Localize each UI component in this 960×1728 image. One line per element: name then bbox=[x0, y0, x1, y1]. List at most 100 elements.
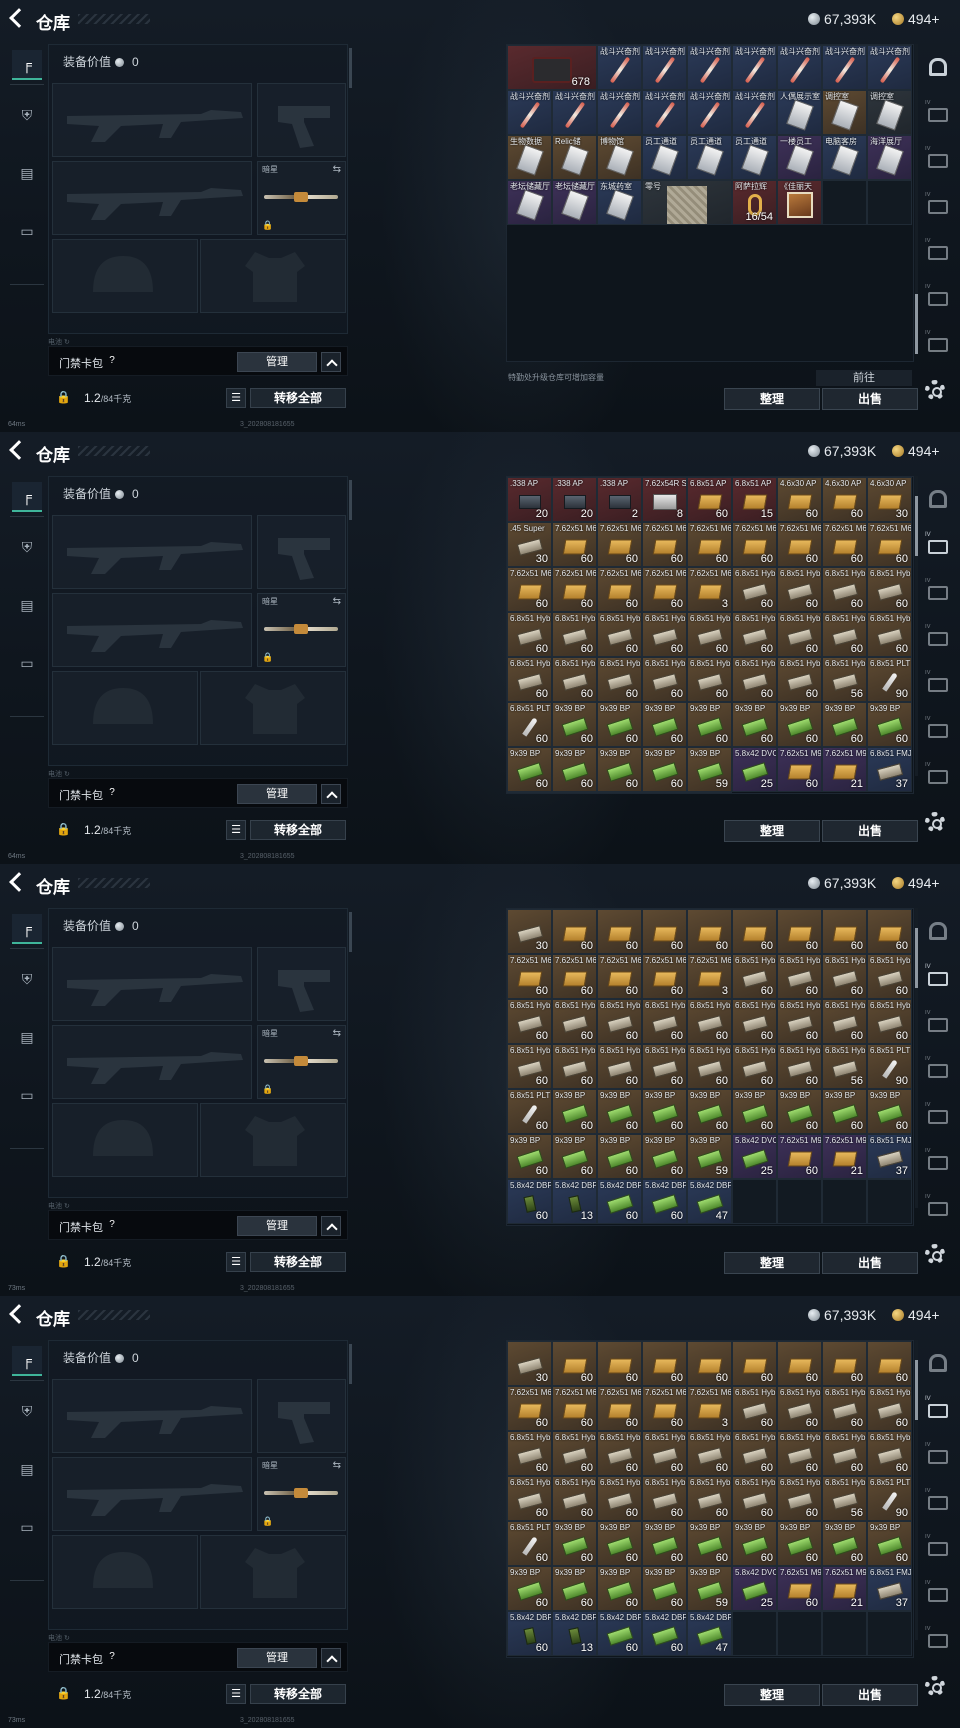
inventory-item[interactable]: 员工通道 bbox=[732, 135, 777, 180]
weapon-tab-icon[interactable]: ╒ bbox=[12, 50, 42, 80]
help-icon[interactable]: ? bbox=[105, 1650, 119, 1664]
list-icon[interactable]: ☰ bbox=[226, 388, 246, 408]
inventory-item[interactable]: 6.8x51 Hybrid 60 bbox=[597, 1431, 642, 1476]
inventory-item[interactable]: 7.62x51 M61 3 bbox=[687, 567, 732, 612]
inventory-item[interactable]: 6.8x51 Hybrid 60 bbox=[777, 999, 822, 1044]
inventory-item[interactable]: 7.62x51 M993 60 bbox=[777, 747, 822, 792]
inventory-item[interactable]: 5.8x42 DBP10 60 bbox=[597, 1611, 642, 1656]
inventory-item[interactable]: 阿萨拉辉 16/54 bbox=[732, 180, 777, 225]
inventory-item[interactable]: 6.8x51 Hybrid 60 bbox=[597, 657, 642, 702]
inventory-item[interactable]: 9x39 BP 60 bbox=[867, 1089, 912, 1134]
inventory-item[interactable]: 9x39 BP 60 bbox=[642, 1089, 687, 1134]
gold-currency[interactable]: 494+ bbox=[892, 442, 940, 460]
swap-icon[interactable]: ⇆ bbox=[333, 1028, 341, 1039]
inventory-item[interactable]: 9x39 BP 60 bbox=[597, 1566, 642, 1611]
inventory-item[interactable]: 6.8x51 Hybrid 60 bbox=[867, 612, 912, 657]
inventory-slot[interactable]: 60 bbox=[642, 909, 687, 954]
inventory-item[interactable]: 9x39 BP 60 bbox=[867, 1521, 912, 1566]
inventory-item[interactable]: 6.8x51 Hybrid 60 bbox=[687, 1476, 732, 1521]
inventory-item[interactable]: 6.8x51 PLT 90 bbox=[867, 1044, 912, 1089]
storage-tab-icon-2[interactable]: IV bbox=[922, 578, 952, 606]
inventory-item[interactable]: 6.8x51 Hybrid 60 bbox=[732, 567, 777, 612]
inventory-item[interactable]: 7.62x51 M61 60 bbox=[597, 1386, 642, 1431]
transfer-all-button[interactable]: 转移全部 bbox=[250, 820, 346, 840]
inventory-item[interactable]: 4.6x30 AP 30 bbox=[867, 477, 912, 522]
manage-button[interactable]: 管理 bbox=[237, 784, 317, 804]
inventory-item[interactable]: 9x39 BP 60 bbox=[732, 702, 777, 747]
inventory-item[interactable]: 9x39 BP 60 bbox=[597, 1134, 642, 1179]
armor-slot[interactable] bbox=[200, 1103, 346, 1177]
storage-tab-icon-3[interactable]: IV bbox=[922, 192, 952, 220]
vest-tab-icon[interactable]: ▤ bbox=[12, 1454, 42, 1484]
inventory-item[interactable]: 9x39 BP 60 bbox=[687, 702, 732, 747]
armor-tab-icon[interactable]: ⛨ bbox=[12, 532, 42, 562]
secondary-weapon-slot[interactable] bbox=[52, 1457, 252, 1531]
inventory-slot[interactable]: 60 bbox=[822, 1341, 867, 1386]
storage-tab-icon-3[interactable]: IV bbox=[922, 1056, 952, 1084]
inventory-item[interactable]: 战斗兴奋剂 bbox=[552, 90, 597, 135]
armor-tab-icon[interactable]: ⛨ bbox=[12, 100, 42, 130]
primary-weapon-slot[interactable] bbox=[52, 947, 252, 1021]
storage-tab-icon-1[interactable]: IV bbox=[922, 532, 952, 560]
inventory-item[interactable]: 6.8x51 Hybrid 56 bbox=[822, 1476, 867, 1521]
inventory-item[interactable]: 9x39 BP 59 bbox=[687, 1134, 732, 1179]
inventory-item[interactable]: 6.8x51 Hybrid 60 bbox=[822, 1386, 867, 1431]
inventory-item[interactable]: Relic储 bbox=[552, 135, 597, 180]
inventory-item[interactable]: 7.62x51 M61 3 bbox=[687, 954, 732, 999]
inventory-item[interactable]: 7.62x51 M993 60 bbox=[777, 1134, 822, 1179]
inventory-item[interactable]: 6.8x51 Hybrid 60 bbox=[687, 657, 732, 702]
inventory-item[interactable]: 6.8x51 Hybrid 60 bbox=[732, 657, 777, 702]
inventory-item[interactable]: 6.8x51 Hybrid 60 bbox=[642, 1476, 687, 1521]
inventory-slot[interactable]: 60 bbox=[552, 909, 597, 954]
inventory-item[interactable]: 6.8x51 Hybrid 60 bbox=[777, 1476, 822, 1521]
inventory-item[interactable]: 7.62x51 M61 60 bbox=[597, 522, 642, 567]
inventory-item[interactable]: 6.8x51 Hybrid 60 bbox=[552, 612, 597, 657]
inventory-item[interactable]: 海洋展厅 bbox=[867, 135, 912, 180]
pistol-slot[interactable] bbox=[257, 947, 346, 1021]
equipment-scrollbar[interactable] bbox=[349, 48, 352, 88]
inventory-item[interactable]: 《佳丽天 bbox=[777, 180, 822, 225]
inventory-item[interactable]: 9x39 BP 59 bbox=[687, 1566, 732, 1611]
sell-button[interactable]: 出售 bbox=[822, 388, 918, 410]
inventory-item[interactable]: 6.8x51 Hybrid 60 bbox=[867, 1431, 912, 1476]
gold-currency[interactable]: 494+ bbox=[892, 1306, 940, 1324]
storage-tab-icon-5[interactable]: IV bbox=[922, 1148, 952, 1176]
inventory-item[interactable]: 6.8x51 Hybrid 60 bbox=[732, 1476, 777, 1521]
inventory-item[interactable]: 7.62x51 M61 60 bbox=[732, 522, 777, 567]
warehouse-scrollbar[interactable] bbox=[915, 1340, 918, 1640]
inventory-item[interactable]: 7.62x51 M61 60 bbox=[552, 1386, 597, 1431]
inventory-item[interactable]: 9x39 BP 60 bbox=[597, 1089, 642, 1134]
inventory-item[interactable]: 9x39 BP 60 bbox=[777, 702, 822, 747]
storage-tab-icon-5[interactable]: IV bbox=[922, 1580, 952, 1608]
inventory-item[interactable]: 6.8x51 Hybrid 60 bbox=[867, 567, 912, 612]
inventory-slot[interactable]: 60 bbox=[732, 1341, 777, 1386]
inventory-item[interactable]: 9x39 BP 60 bbox=[552, 1089, 597, 1134]
inventory-item[interactable]: 7.62x51 M61 60 bbox=[822, 522, 867, 567]
vest-tab-icon[interactable]: ▤ bbox=[12, 590, 42, 620]
inventory-item[interactable]: 6.8x51 Hybrid 60 bbox=[552, 999, 597, 1044]
inventory-slot[interactable] bbox=[867, 180, 912, 225]
inventory-item[interactable]: 6.8x51 Hybrid 60 bbox=[597, 1044, 642, 1089]
inventory-item[interactable]: 6.8x51 Hybrid 60 bbox=[507, 1431, 552, 1476]
inventory-item[interactable]: 7.62x51 M61 60 bbox=[507, 567, 552, 612]
inventory-item[interactable]: 6.8x51 Hybrid 60 bbox=[642, 1044, 687, 1089]
inventory-item[interactable]: 9x39 BP 60 bbox=[597, 1521, 642, 1566]
storage-tab-icon-4[interactable]: IV bbox=[922, 1102, 952, 1130]
inventory-item[interactable]: 9x39 BP 60 bbox=[552, 702, 597, 747]
inventory-item[interactable]: 5.8x42 DVC12 25 bbox=[732, 1134, 777, 1179]
warehouse-scrollbar[interactable] bbox=[915, 44, 918, 354]
chevron-up-icon[interactable] bbox=[321, 784, 341, 804]
inventory-item[interactable]: 老坛储藏厅 bbox=[552, 180, 597, 225]
inventory-item[interactable]: 6.8x51 Hybrid 60 bbox=[777, 612, 822, 657]
inventory-item[interactable]: 6.8x51 Hybrid 60 bbox=[777, 567, 822, 612]
primary-weapon-slot[interactable] bbox=[52, 515, 252, 589]
inventory-item[interactable]: 9x39 BP 59 bbox=[687, 747, 732, 792]
inventory-item[interactable]: 9x39 BP 60 bbox=[822, 702, 867, 747]
inventory-item[interactable]: 9x39 BP 60 bbox=[777, 1089, 822, 1134]
back-button[interactable] bbox=[8, 440, 32, 462]
inventory-item[interactable]: .338 AP 20 bbox=[507, 477, 552, 522]
scrollbar-thumb[interactable] bbox=[915, 496, 918, 556]
inventory-item[interactable]: 6.8x51 Hybrid 60 bbox=[867, 1386, 912, 1431]
inventory-item[interactable]: 7.62x51 M61 60 bbox=[642, 522, 687, 567]
swap-icon[interactable]: ⇆ bbox=[333, 164, 341, 175]
